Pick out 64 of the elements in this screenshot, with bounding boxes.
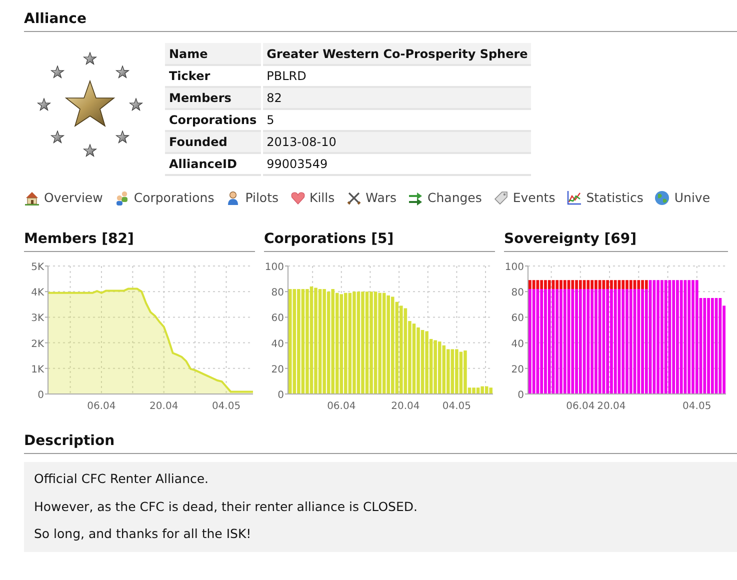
nav-link[interactable]: Unive <box>674 189 710 208</box>
chart-heading: Members [82] <box>24 230 134 249</box>
people-icon <box>114 190 130 206</box>
axis-label: 100 <box>504 262 524 273</box>
nav-link[interactable]: Kills <box>310 189 335 208</box>
axis-label: 60 <box>271 312 284 324</box>
arrows-icon <box>408 190 424 206</box>
field-value: 82 <box>262 87 531 109</box>
axis-label: 04.05 <box>442 400 472 412</box>
axis-label: 20.04 <box>391 400 420 412</box>
nav-link[interactable]: Changes <box>428 189 482 208</box>
paragraph: However, as the CFC is dead, their renter alliance is CLOSED. <box>34 498 418 516</box>
field-value: PBLRD <box>262 65 531 87</box>
nav-link[interactable]: Pilots <box>245 189 278 208</box>
paragraph: So long, and thanks for all the ISK! <box>34 525 252 544</box>
section-heading: Alliance <box>24 10 86 29</box>
axis-label: 06.04 <box>87 400 116 412</box>
nav-link[interactable]: Statistics <box>586 189 644 208</box>
field-value: 2013-08-10 <box>262 131 531 153</box>
axis-label: 100 <box>264 262 284 273</box>
axis-label: 40 <box>271 338 284 350</box>
axis-label: 20 <box>271 364 284 376</box>
axis-label: 80 <box>511 287 524 298</box>
section-heading: Description <box>24 432 115 451</box>
axis-label: 20.04 <box>150 400 178 412</box>
field-label: Ticker <box>165 65 262 87</box>
axis-label: 04.05 <box>212 400 241 412</box>
nav-link[interactable]: Overview <box>44 189 103 208</box>
line-chart-icon <box>566 190 582 206</box>
axis-label: 60 <box>511 312 524 324</box>
axis-label: 4K <box>31 287 44 298</box>
globe-icon <box>654 190 670 206</box>
field-value: 99003549 <box>262 153 531 175</box>
field-label: Corporations <box>165 109 262 131</box>
axis-label: 40 <box>511 338 524 350</box>
axis-label: 0 <box>38 390 44 401</box>
tag-icon <box>492 190 509 206</box>
axis-label: 0 <box>518 390 524 401</box>
field-label: AllianceID <box>165 153 262 175</box>
axis-label: 1K <box>31 364 44 376</box>
axis-label: 2K <box>31 338 44 350</box>
heart-icon <box>290 190 306 206</box>
axis-label: 5K <box>31 262 44 273</box>
chart-heading: Sovereignty [69] <box>504 230 636 249</box>
field-value: Greater Western Co-Prosperity Sphere <box>262 43 531 65</box>
field-label: Name <box>165 43 262 65</box>
axis-label: 80 <box>271 287 284 298</box>
nav-link[interactable]: Events <box>512 189 556 208</box>
house-icon <box>24 190 40 206</box>
axis-label: 20 <box>511 364 524 376</box>
axis-label: 3K <box>31 312 44 324</box>
nav-link[interactable]: Wars <box>366 189 397 208</box>
axis-label: 0 <box>278 390 284 401</box>
crossed-swords-icon <box>346 190 362 206</box>
field-label: Founded <box>165 131 262 153</box>
axis-label: 04.05 <box>682 400 712 412</box>
axis-label: 06.04 <box>566 400 595 412</box>
axis-label: 06.04 <box>327 400 356 412</box>
nav-link[interactable]: Corporations <box>134 189 214 208</box>
field-label: Members <box>165 87 262 109</box>
chart-heading: Corporations [5] <box>264 230 394 249</box>
paragraph: Official CFC Renter Alliance. <box>34 470 210 488</box>
axis-label: 20.04 <box>597 400 626 412</box>
field-value: 5 <box>262 109 531 131</box>
